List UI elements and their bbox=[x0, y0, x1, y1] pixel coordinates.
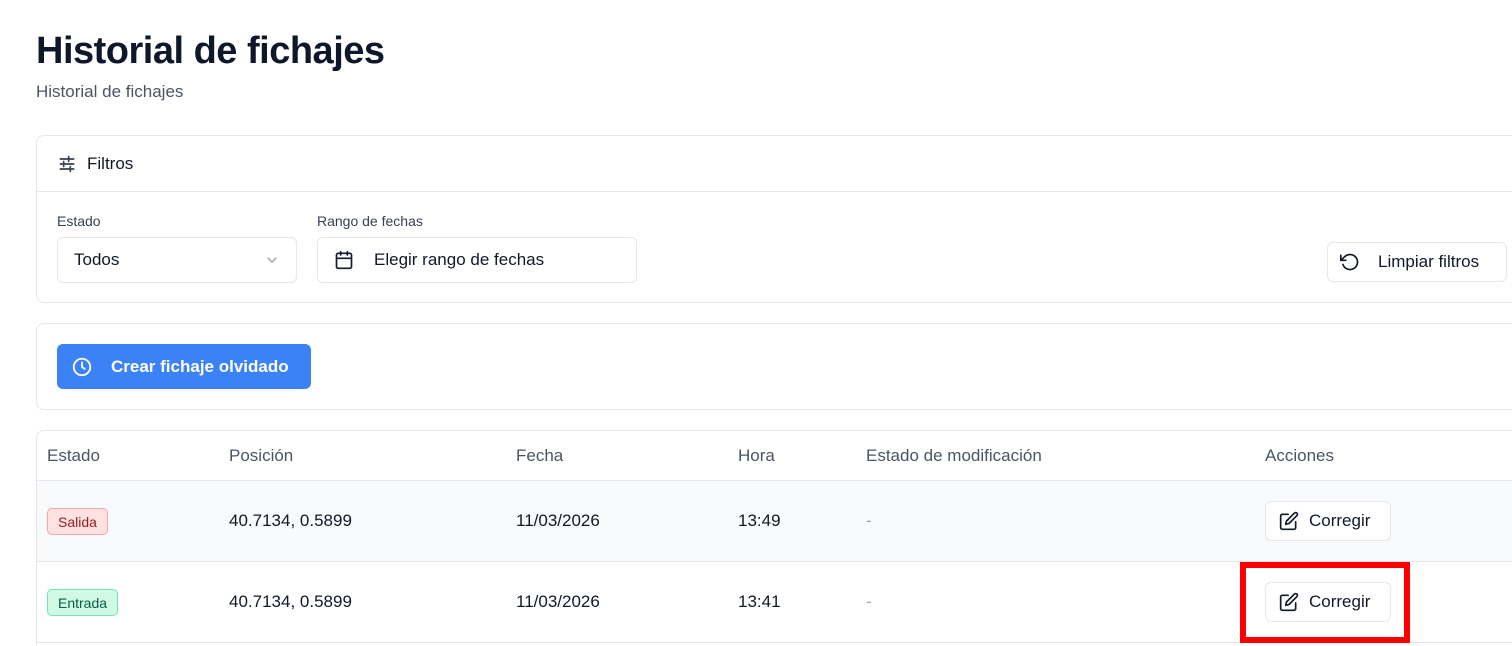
chevron-down-icon bbox=[267, 257, 277, 263]
edit-icon bbox=[1279, 511, 1299, 531]
cell-fecha: 11/03/2026 bbox=[516, 592, 600, 611]
table-row: Entrada 40.7134, 0.5899 11/03/2026 13:41… bbox=[37, 562, 1512, 643]
clock-icon bbox=[72, 357, 92, 376]
date-range-picker[interactable]: Elegir rango de fechas bbox=[317, 237, 637, 283]
column-header-acciones: Acciones bbox=[1265, 446, 1334, 465]
clear-filters-button[interactable]: Limpiar filtros bbox=[1327, 242, 1507, 282]
rango-label: Rango de fechas bbox=[317, 213, 423, 229]
filters-card: Filtros Estado Todos Rango de fechas Ele… bbox=[36, 135, 1512, 303]
table-row: Salida 40.7134, 0.5899 11/03/2026 13:49 … bbox=[37, 481, 1512, 562]
create-forgotten-entry-label: Crear fichaje olvidado bbox=[111, 356, 289, 376]
rotate-ccw-icon bbox=[1340, 253, 1359, 271]
page-title: Historial de fichajes bbox=[36, 30, 385, 72]
edit-icon bbox=[1279, 592, 1299, 612]
column-header-fecha: Fecha bbox=[516, 446, 564, 465]
correct-button-label: Corregir bbox=[1309, 511, 1371, 530]
correct-button[interactable]: Corregir bbox=[1265, 501, 1391, 541]
table-header: Estado Posición Fecha Hora Estado de mod… bbox=[37, 431, 1512, 481]
cell-hora: 13:41 bbox=[738, 592, 781, 611]
column-header-estado: Estado bbox=[47, 446, 100, 465]
filters-title: Filtros bbox=[87, 153, 134, 173]
cell-posicion: 40.7134, 0.5899 bbox=[229, 592, 352, 611]
cell-fecha: 11/03/2026 bbox=[516, 511, 600, 530]
cell-modificacion: - bbox=[866, 511, 872, 530]
column-header-posicion: Posición bbox=[229, 446, 294, 465]
estado-select[interactable]: Todos bbox=[57, 237, 297, 283]
records-table: Estado Posición Fecha Hora Estado de mod… bbox=[36, 430, 1512, 646]
date-range-placeholder: Elegir rango de fechas bbox=[374, 250, 545, 269]
create-forgotten-entry-button[interactable]: Crear fichaje olvidado bbox=[57, 344, 311, 389]
estado-label: Estado bbox=[57, 213, 101, 229]
cell-hora: 13:49 bbox=[738, 511, 781, 530]
clear-filters-label: Limpiar filtros bbox=[1378, 252, 1480, 271]
calendar-icon bbox=[335, 250, 353, 270]
status-badge: Salida bbox=[47, 508, 108, 535]
correct-button[interactable]: Corregir bbox=[1265, 582, 1391, 622]
estado-select-value: Todos bbox=[74, 250, 120, 269]
status-badge: Entrada bbox=[47, 589, 119, 616]
cell-modificacion: - bbox=[866, 592, 872, 611]
page-subtitle: Historial de fichajes bbox=[36, 82, 184, 101]
actions-card: Crear fichaje olvidado bbox=[36, 323, 1512, 410]
column-header-hora: Hora bbox=[738, 446, 775, 465]
column-header-modificacion: Estado de modificación bbox=[866, 446, 1042, 465]
sliders-icon bbox=[59, 155, 75, 172]
cell-posicion: 40.7134, 0.5899 bbox=[229, 511, 352, 530]
correct-button-label: Corregir bbox=[1309, 592, 1371, 611]
filters-header: Filtros bbox=[37, 136, 1512, 192]
